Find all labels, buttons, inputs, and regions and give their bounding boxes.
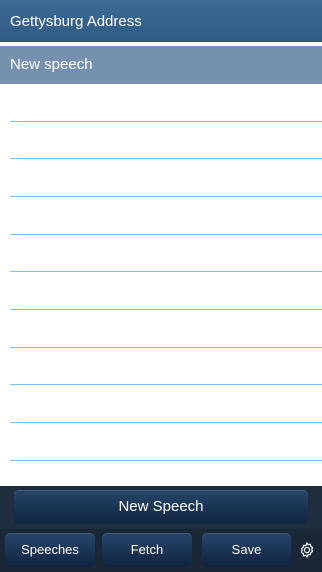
rule-line — [10, 196, 322, 197]
rule-line — [10, 234, 322, 235]
save-button-label: Save — [231, 542, 262, 557]
gear-icon[interactable] — [298, 541, 316, 559]
new-speech-button[interactable]: New Speech — [14, 490, 308, 524]
fetch-button[interactable]: Fetch — [102, 533, 192, 567]
rule-line — [10, 384, 322, 385]
rule-line — [10, 422, 322, 423]
fetch-button-label: Fetch — [130, 542, 164, 557]
list-item-new-speech[interactable]: New speech — [0, 46, 322, 84]
rule-line — [10, 347, 322, 348]
list-item-label: New speech — [10, 56, 93, 73]
rule-line — [10, 121, 322, 122]
header-bar: Gettysburg Address — [0, 0, 322, 42]
rule-line — [10, 158, 322, 159]
speeches-button[interactable]: Speeches — [5, 533, 95, 567]
save-button[interactable]: Save — [202, 533, 291, 567]
speeches-button-label: Speeches — [21, 542, 79, 557]
rule-line — [10, 460, 322, 461]
rule-line — [10, 271, 322, 272]
app-screen: Gettysburg Address New speech New Speech… — [0, 0, 322, 572]
ruled-notepad[interactable] — [10, 84, 322, 484]
new-speech-button-label: New Speech — [118, 498, 204, 515]
page-title: Gettysburg Address — [10, 13, 142, 30]
rule-line — [10, 309, 322, 310]
